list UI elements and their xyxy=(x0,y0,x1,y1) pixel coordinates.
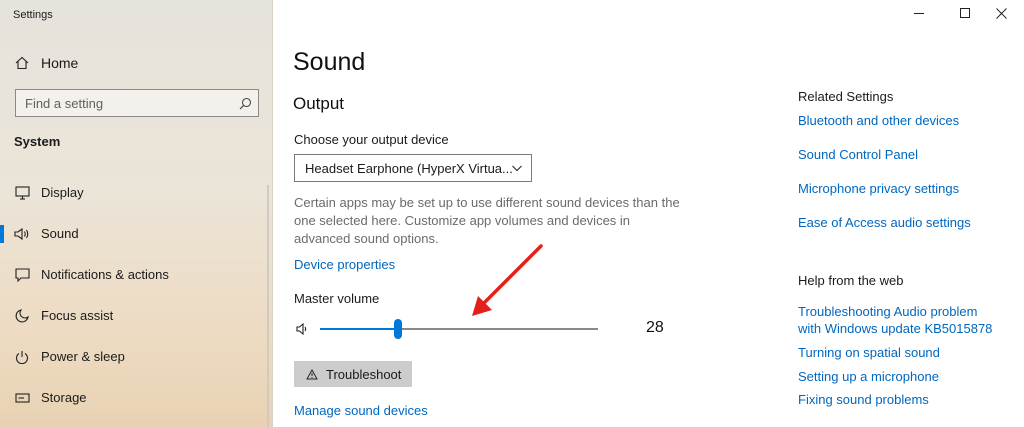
red-arrow-annotation xyxy=(472,244,543,316)
